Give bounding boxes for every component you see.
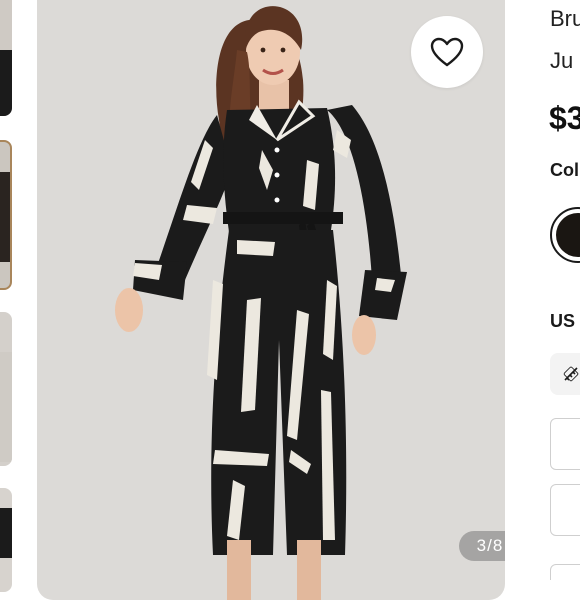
color-label: Col	[550, 160, 579, 180]
size-option-1[interactable]	[550, 418, 580, 470]
thumbnail-3[interactable]	[0, 312, 12, 466]
color-swatch-black[interactable]	[550, 207, 580, 263]
size-option-2[interactable]	[550, 484, 580, 536]
product-info-panel: Bru Ju $3 Col US	[548, 0, 580, 580]
size-label: US	[550, 311, 576, 331]
size-option-3[interactable]	[550, 564, 580, 580]
image-counter-text: 3/8	[476, 536, 504, 555]
thumbnail-strip	[0, 0, 14, 592]
product-title-line-2: Ju	[550, 48, 574, 73]
model-jumpsuit-illustration	[115, 6, 407, 600]
size-guide-button[interactable]	[550, 353, 580, 395]
thumbnail-2-selected[interactable]	[0, 140, 12, 290]
heart-outline-icon	[430, 37, 464, 67]
color-swatch-dot	[556, 213, 580, 257]
product-price: $3	[549, 100, 580, 136]
product-main-image[interactable]: 3/8	[37, 0, 505, 600]
ruler-icon	[563, 366, 579, 382]
thumbnail-4[interactable]	[0, 488, 12, 592]
wishlist-button[interactable]	[411, 16, 483, 88]
product-title-line-1: Bru	[550, 6, 580, 31]
thumbnail-1[interactable]	[0, 0, 12, 116]
image-counter: 3/8	[459, 531, 505, 561]
